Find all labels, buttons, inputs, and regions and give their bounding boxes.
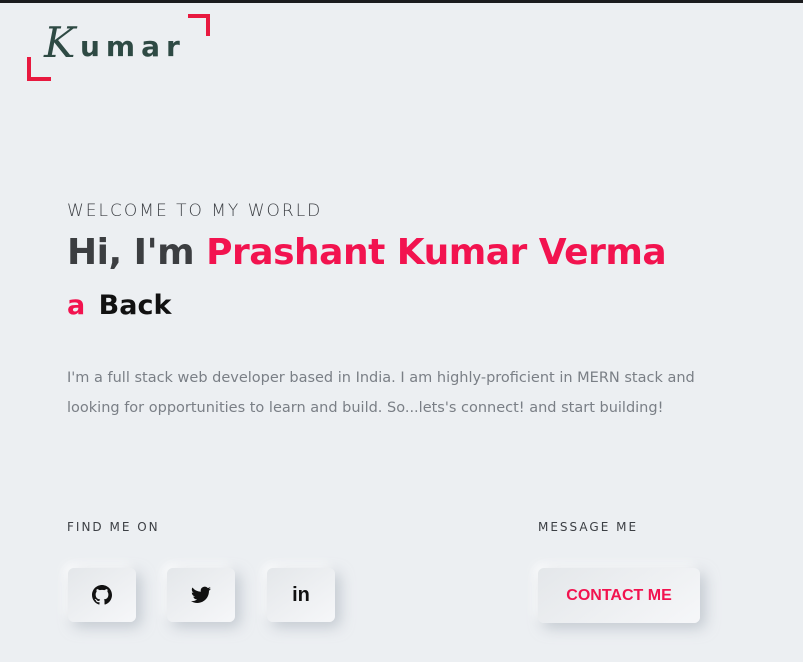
- github-icon: [92, 585, 112, 605]
- message-me-label: MESSAGE ME: [538, 520, 639, 534]
- top-border: [0, 0, 803, 3]
- logo-corner-top-right: [188, 14, 210, 36]
- twitter-button[interactable]: [167, 568, 235, 622]
- twitter-icon: [191, 586, 211, 604]
- logo[interactable]: K umar: [26, 14, 212, 82]
- welcome-text: WELCOME TO MY WORLD: [67, 201, 323, 221]
- linkedin-icon: in: [292, 583, 310, 606]
- greeting: Hi, I'm: [67, 232, 195, 273]
- linkedin-button[interactable]: in: [267, 568, 335, 622]
- hero-headline: Hi, I'm Prashant Kumar Verma: [67, 232, 667, 273]
- hero-name: Prashant Kumar Verma: [206, 232, 667, 273]
- hero-bio: I'm a full stack web developer based in …: [67, 370, 695, 416]
- role-text: Back: [98, 290, 172, 321]
- logo-initial: K: [44, 18, 76, 67]
- find-me-label: FIND ME ON: [67, 520, 160, 534]
- hero-role: a Back: [67, 290, 171, 321]
- role-article: a: [67, 290, 86, 321]
- logo-text: umar: [80, 30, 186, 63]
- github-button[interactable]: [68, 568, 136, 622]
- contact-me-button[interactable]: CONTACT ME: [538, 568, 700, 623]
